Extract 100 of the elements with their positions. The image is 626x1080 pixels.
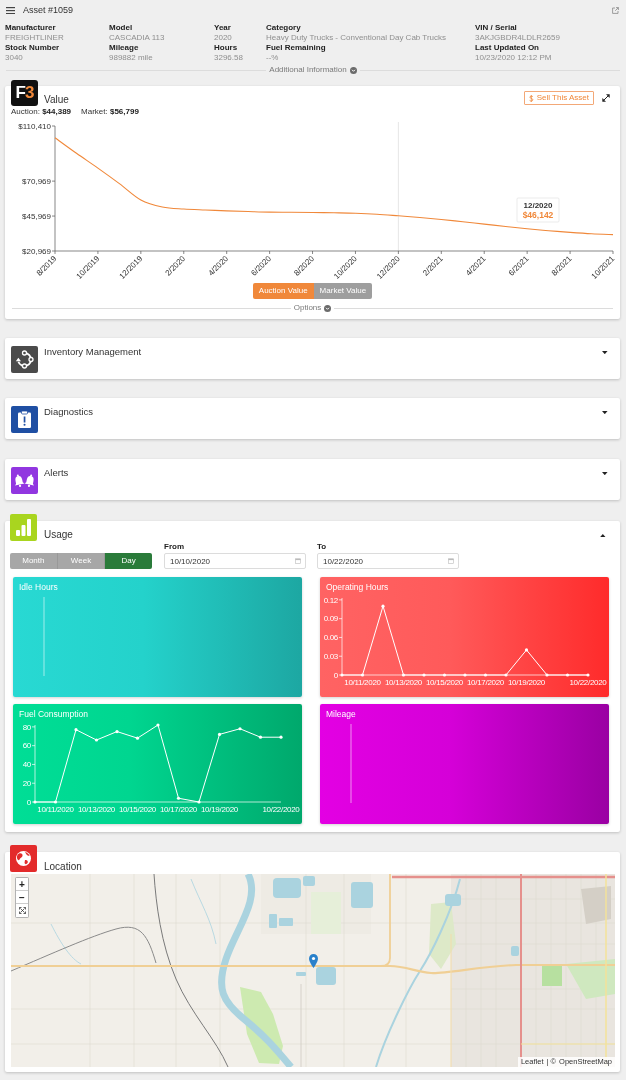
data-point: [135, 736, 140, 740]
caret-down-icon[interactable]: [602, 472, 608, 476]
expand-icon[interactable]: [602, 94, 610, 102]
detail-value: CASCADIA 113: [109, 33, 166, 43]
axis-label: 0: [333, 670, 338, 680]
value-summary: Auction: $44,389: [11, 107, 72, 117]
axis-label: $70,969: [22, 176, 51, 186]
detail-label: Category: [266, 23, 302, 33]
axis-label: 0.03: [323, 652, 338, 661]
detail-label: Hours: [214, 43, 239, 53]
caret-down-icon[interactable]: [602, 411, 608, 415]
cycle-arrows-icon: [11, 346, 38, 373]
caret-down-icon[interactable]: [602, 351, 608, 355]
data-point: [340, 673, 344, 677]
section-title[interactable]: Alerts: [44, 467, 69, 479]
clipboard-alert-icon: [11, 406, 38, 433]
axis-label: 80: [22, 722, 31, 732]
detail-value: --%: [266, 53, 280, 63]
detail-value: 3040: [5, 53, 24, 63]
dollar-icon: [529, 94, 534, 102]
date-field[interactable]: 10/10/2020: [164, 553, 306, 569]
options-toggle[interactable]: Options: [290, 302, 335, 314]
data-point: [33, 800, 37, 804]
data-point: [524, 648, 529, 652]
axis-label: 10/11/2020: [37, 805, 74, 814]
axis-label: 10/17/2020: [467, 678, 504, 687]
tile-title: Operating Hours: [325, 581, 390, 593]
panel-title: Value: [44, 94, 69, 106]
detail-value: 2020: [214, 33, 233, 43]
data-point: [156, 723, 160, 727]
detail-value: 10/23/2020 12:12 PM: [475, 53, 553, 63]
data-point: [74, 728, 78, 732]
data-point: [360, 673, 365, 677]
tile-title: Idle Hours: [18, 581, 59, 593]
period-tab[interactable]: Day: [105, 553, 152, 569]
field-label: From: [164, 542, 185, 552]
panel-title: Usage: [44, 529, 73, 541]
axis-label: 10/13/2020: [78, 805, 115, 814]
axis-label: 10/22/2020: [262, 805, 300, 814]
data-point: [565, 673, 570, 677]
axis-label: 0.12: [323, 595, 338, 605]
detail-value: 3296.58: [214, 53, 244, 63]
data-point: [258, 735, 263, 739]
detail-value: 3AKJGBDR4LDLR2659: [475, 33, 561, 43]
tooltip-value: $46,142: [522, 210, 554, 220]
data-point: [238, 727, 242, 731]
axis-label: $20,969: [22, 246, 51, 256]
axis-label: 10/17/2020: [160, 805, 197, 814]
data-point: [442, 673, 447, 677]
axis-label: $110,410: [18, 121, 51, 131]
detail-label: Stock Number: [5, 43, 61, 53]
data-point: [279, 735, 283, 739]
panel-title: Location: [44, 861, 82, 873]
zoom-in-button[interactable]: +: [16, 878, 28, 891]
axis-label: 10/22/2020: [569, 678, 607, 687]
caret-up-icon[interactable]: [600, 534, 606, 538]
detail-value: FREIGHTLINER: [5, 33, 65, 43]
axis-label: 10/15/2020: [119, 805, 156, 814]
axis-label: 60: [22, 741, 31, 751]
axis-label: 40: [22, 760, 31, 770]
data-point: [422, 673, 426, 677]
fullscreen-icon: [18, 907, 26, 914]
data-point: [176, 796, 181, 800]
date-field[interactable]: 10/22/2020: [317, 553, 459, 569]
data-point: [94, 738, 99, 742]
bells-icon: [11, 467, 38, 494]
fullscreen-button[interactable]: [16, 904, 28, 917]
axis-label: 10/19/2020: [201, 805, 238, 814]
tile-title: Fuel Consumption: [18, 708, 89, 720]
axis-label: 0: [26, 797, 31, 807]
section-title[interactable]: Diagnostics: [44, 406, 94, 418]
data-point: [463, 673, 467, 677]
detail-label: Fuel Remaining: [266, 43, 327, 53]
data-point: [545, 673, 549, 677]
data-point: [381, 604, 385, 608]
data-point: [217, 732, 222, 736]
axis-label: 10/19/2020: [508, 678, 545, 687]
data-point: [504, 673, 508, 677]
data-point: [115, 729, 119, 734]
data-point: [53, 800, 58, 804]
field-label: To: [317, 542, 328, 552]
menu-icon[interactable]: [6, 6, 15, 15]
detail-label: Mileage: [109, 43, 140, 53]
detail-label: Manufacturer: [5, 23, 57, 33]
axis-label: $45,969: [22, 211, 51, 221]
axis-label: 20: [22, 779, 31, 788]
tooltip-date: 12/2020: [523, 201, 553, 210]
detail-value: Heavy Duty Trucks - Conventional Day Cab Trucks: [266, 33, 448, 43]
additional-info-toggle[interactable]: Additional Information: [266, 64, 360, 76]
detail-label: Model: [109, 23, 134, 33]
page-title: Asset #1059: [23, 5, 74, 16]
axis-label: 0.09: [323, 614, 338, 624]
brand-logo: F3: [11, 80, 38, 106]
map-marker-icon[interactable]: [309, 954, 318, 968]
detail-label: VIN / Serial: [475, 23, 518, 33]
data-point: [401, 673, 406, 677]
axis-label: 10/11/2020: [344, 678, 381, 687]
data-point: [197, 800, 201, 804]
axis-label: 0.06: [323, 633, 338, 643]
section-title[interactable]: Inventory Management: [44, 346, 142, 358]
